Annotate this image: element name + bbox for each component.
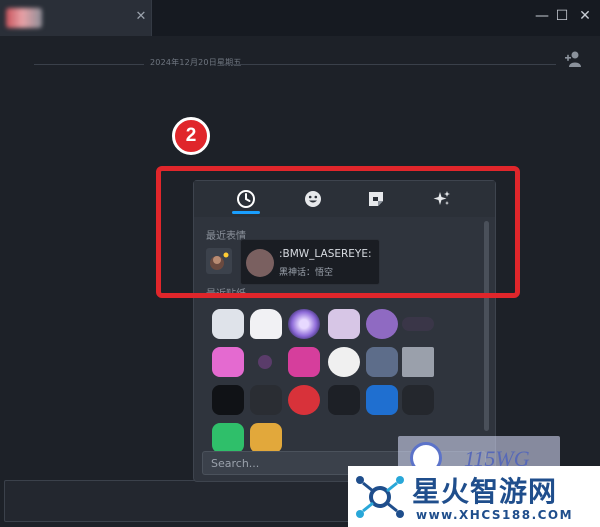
date-separator: 2024年12月20日星期五 [150,58,242,67]
sticker-item[interactable] [328,347,360,377]
tab-avatar-blurred [6,8,42,28]
add-friend-icon[interactable] [562,48,584,70]
watermark-url: www.XHCS188.COM [416,508,574,522]
sticker-item[interactable] [402,385,434,415]
sticker-item[interactable] [402,317,434,331]
watermark-site: 星火智游网 www.XHCS188.COM [348,466,600,527]
highlight-box [156,166,520,298]
sticker-item[interactable] [366,309,398,339]
minimize-button[interactable]: — [532,6,552,26]
sticker-item[interactable] [328,309,360,339]
sticker-item[interactable] [288,347,320,377]
step-number-badge: 2 [172,117,210,155]
sticker-item[interactable] [250,309,282,339]
watermark-title: 星火智游网 [412,475,558,508]
chat-tab[interactable]: ✕ [0,0,152,36]
sticker-item[interactable] [212,423,244,453]
site-logo-icon [356,476,404,518]
sticker-item[interactable] [366,385,398,415]
tab-close-icon[interactable]: ✕ [134,9,148,25]
sticker-item[interactable] [328,385,360,415]
sticker-item[interactable] [212,309,244,339]
sticker-item[interactable] [258,355,272,369]
date-divider-left [34,64,144,65]
date-divider-right [222,64,556,65]
sticker-item[interactable] [288,385,320,415]
sticker-item[interactable] [250,385,282,415]
title-bar: ✕ — ☐ ✕ [0,0,600,36]
sticker-item[interactable] [212,347,244,377]
close-window-button[interactable]: ✕ [575,6,595,26]
sticker-item[interactable] [402,347,434,377]
sticker-item[interactable] [288,309,320,339]
maximize-button[interactable]: ☐ [552,6,572,26]
sticker-item[interactable] [212,385,244,415]
sticker-item[interactable] [250,423,282,453]
sticker-item[interactable] [366,347,398,377]
